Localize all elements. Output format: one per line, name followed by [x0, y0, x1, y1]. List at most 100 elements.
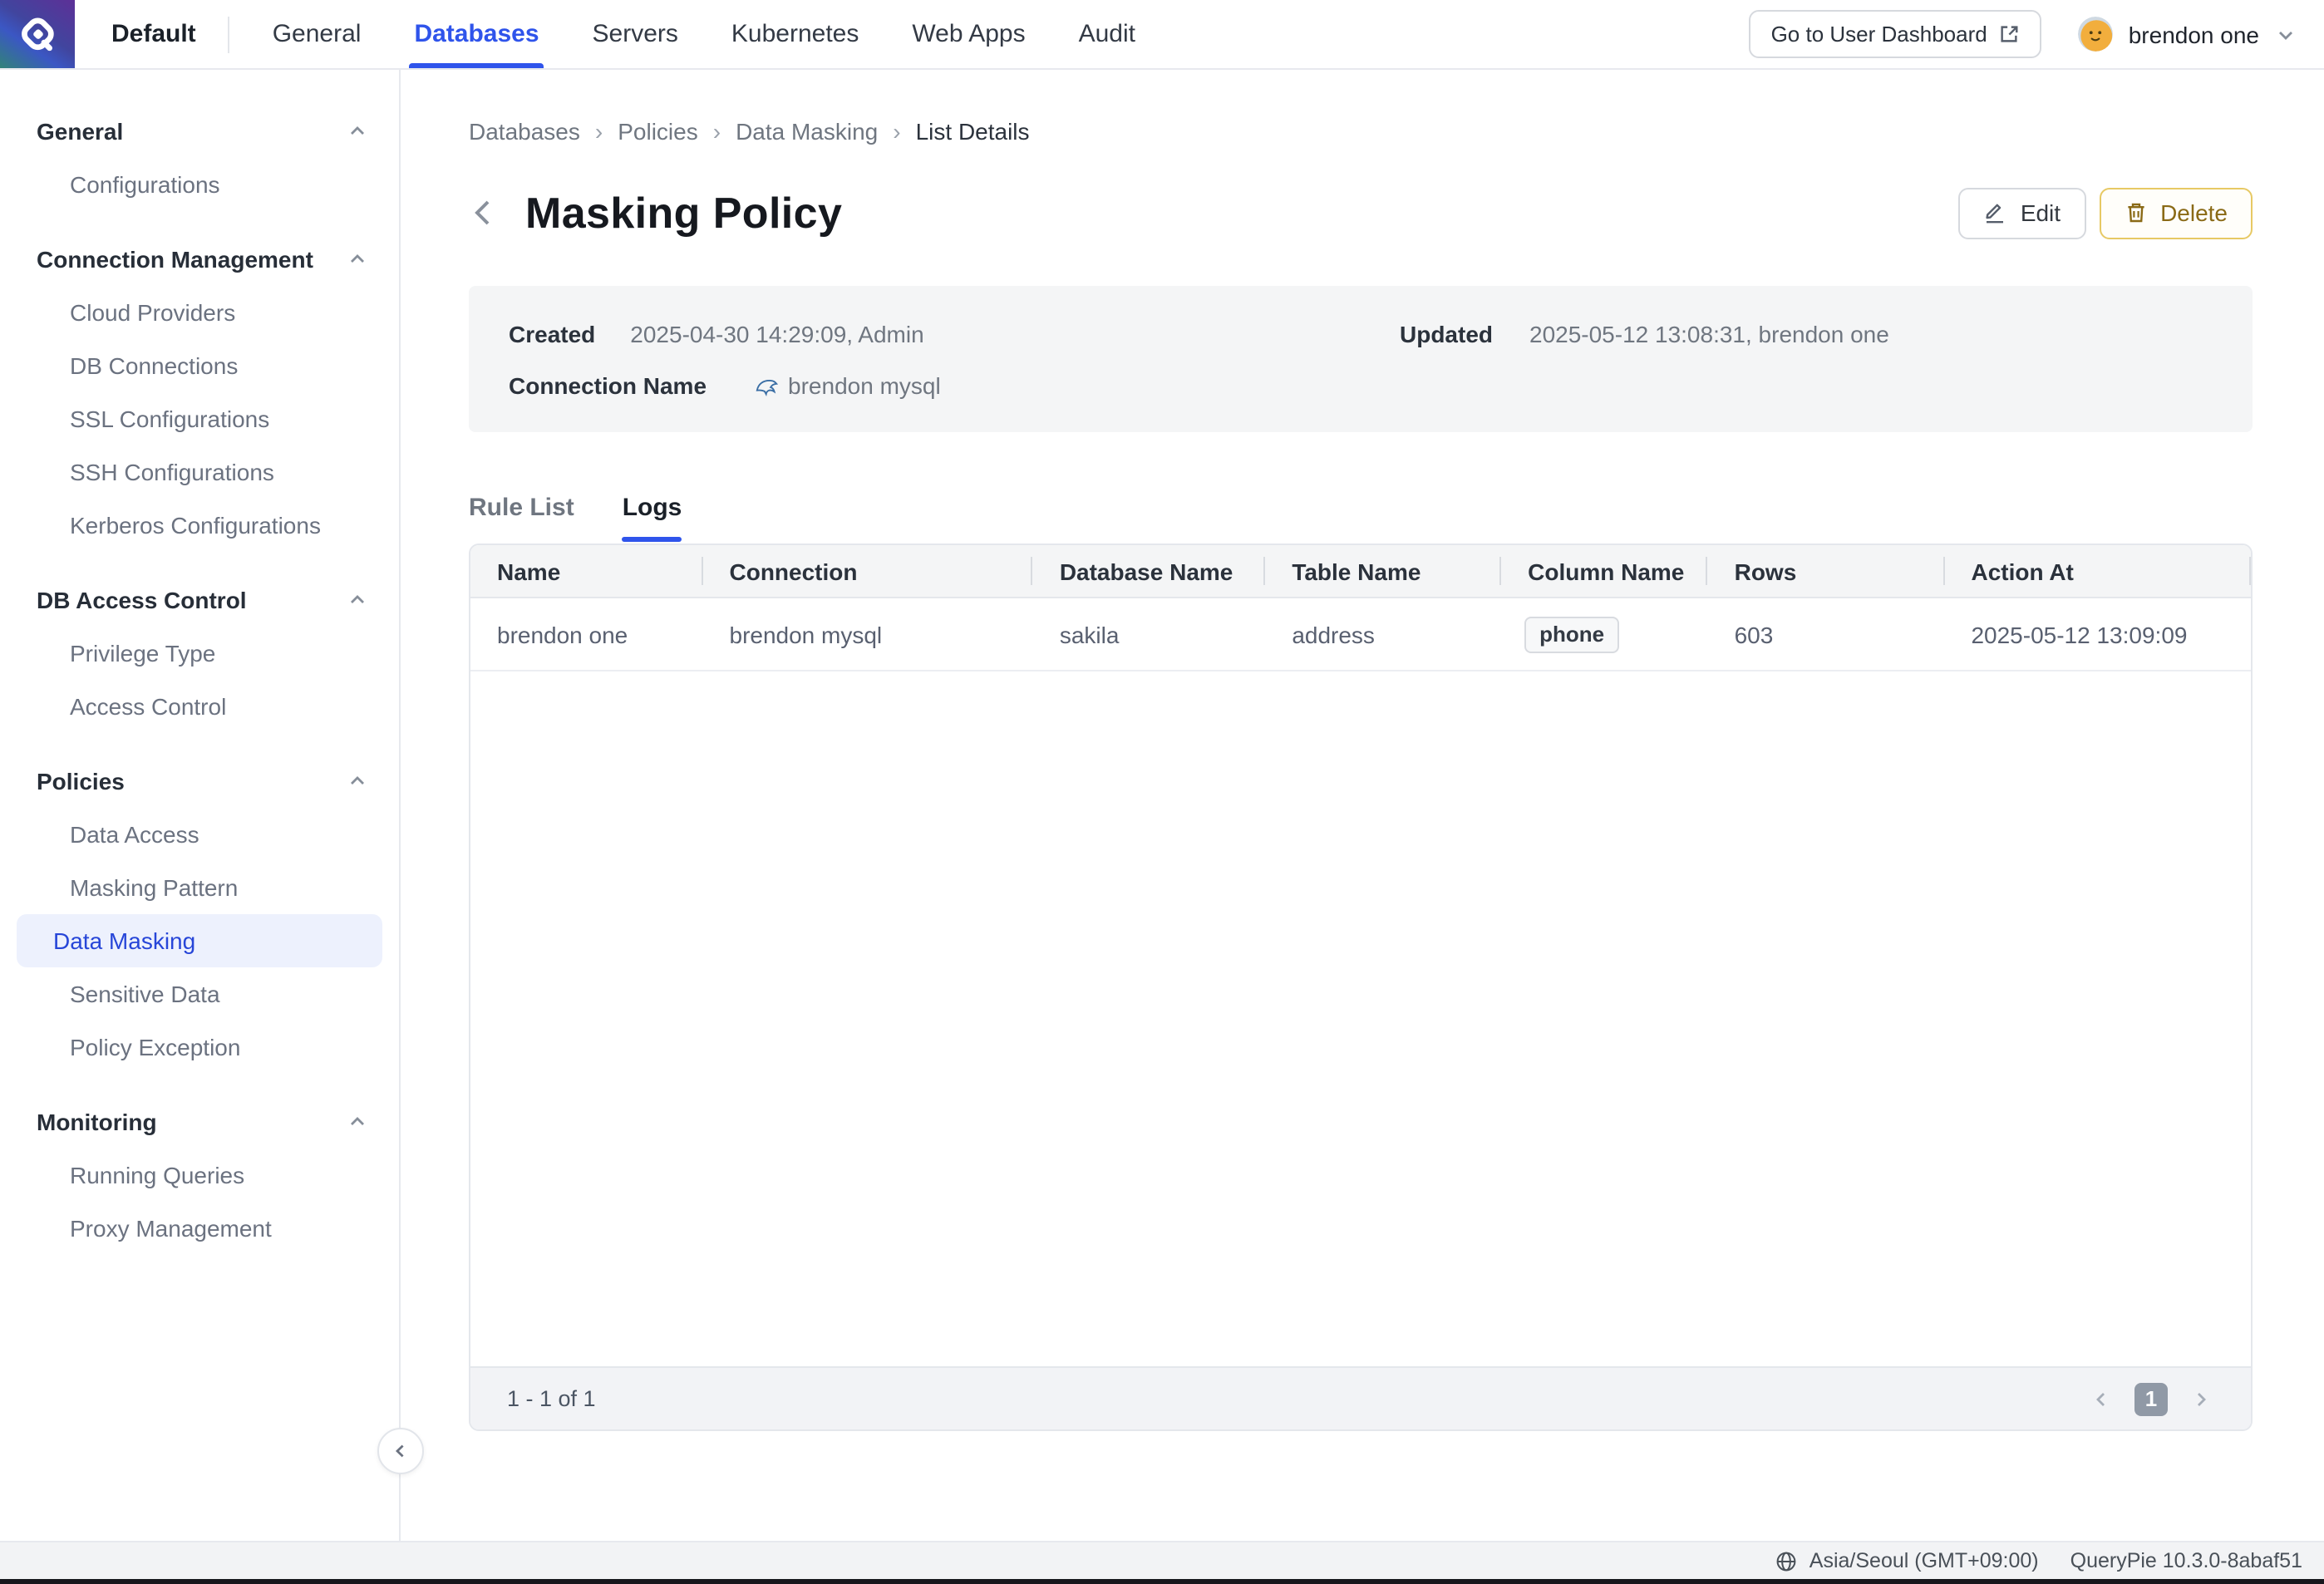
nav-kubernetes[interactable]: Kubernetes — [705, 0, 885, 68]
pagination-prev-button[interactable] — [2088, 1385, 2115, 1412]
breadcrumb-data-masking[interactable]: Data Masking — [736, 116, 878, 146]
trash-icon — [2124, 201, 2147, 224]
back-button[interactable] — [462, 191, 505, 234]
created-value: 2025-04-30 14:29:09, Admin — [630, 321, 923, 347]
sidebar-item-masking-pattern[interactable]: Masking Pattern — [17, 861, 382, 914]
sidebar: General Configurations Connection Manage… — [0, 70, 401, 1541]
cell-column-name: phone — [1501, 598, 1707, 670]
sidebar-collapse-button[interactable] — [377, 1428, 424, 1474]
sidebar-item-cloud-providers[interactable]: Cloud Providers — [17, 286, 382, 339]
sidebar-header-monitoring[interactable]: Monitoring — [0, 1095, 399, 1149]
page-title: Masking Policy — [525, 187, 842, 239]
chevron-left-icon — [391, 1441, 411, 1461]
pagination-next-button[interactable] — [2188, 1385, 2214, 1412]
timezone-status: Asia/Seoul (GMT+09:00) — [1776, 1549, 2039, 1572]
user-menu[interactable]: brendon one — [2079, 17, 2296, 52]
sidebar-item-policy-exception[interactable]: Policy Exception — [17, 1021, 382, 1074]
sidebar-item-configurations[interactable]: Configurations — [17, 158, 382, 211]
sidebar-header-general-label: General — [37, 118, 123, 145]
user-name: brendon one — [2129, 21, 2259, 47]
table-row[interactable]: brendon one brendon mysql sakila address… — [470, 598, 2251, 671]
tab-logs[interactable]: Logs — [623, 494, 682, 542]
column-header-rows[interactable]: Rows — [1708, 545, 1945, 597]
sidebar-item-ssh-configurations[interactable]: SSH Configurations — [17, 445, 382, 499]
sidebar-header-policies[interactable]: Policies — [0, 755, 399, 808]
sidebar-section-db-access-control: DB Access Control Privilege Type Access … — [0, 573, 399, 733]
nav-general[interactable]: General — [246, 0, 388, 68]
breadcrumb-databases[interactable]: Databases — [469, 116, 580, 146]
delete-button[interactable]: Delete — [2099, 187, 2253, 239]
querypie-logo[interactable] — [0, 0, 75, 68]
sidebar-item-data-masking[interactable]: Data Masking — [17, 914, 382, 967]
sidebar-item-kerberos-configurations[interactable]: Kerberos Configurations — [17, 499, 382, 552]
chevron-left-icon — [467, 196, 500, 229]
logs-table-header: Name Connection Database Name Table Name… — [470, 545, 2251, 598]
chevron-up-icon — [347, 121, 367, 141]
chevron-right-icon — [2191, 1389, 2211, 1409]
nav-databases[interactable]: Databases — [387, 0, 565, 68]
chevron-up-icon — [347, 771, 367, 791]
sidebar-item-access-control[interactable]: Access Control — [17, 680, 382, 733]
cell-connection: brendon mysql — [703, 598, 1033, 670]
logs-table: Name Connection Database Name Table Name… — [469, 544, 2253, 1431]
column-header-connection[interactable]: Connection — [703, 545, 1033, 597]
column-header-name[interactable]: Name — [470, 545, 703, 597]
breadcrumb: Databases › Policies › Data Masking › Li… — [469, 116, 2253, 146]
tab-rule-list[interactable]: Rule List — [469, 494, 574, 542]
sidebar-header-policies-label: Policies — [37, 768, 125, 794]
sidebar-header-connection-management[interactable]: Connection Management — [0, 233, 399, 286]
edit-button-label: Edit — [2021, 199, 2061, 226]
nav-web-apps[interactable]: Web Apps — [885, 0, 1051, 68]
sidebar-header-db-access-control-label: DB Access Control — [37, 587, 247, 613]
sidebar-section-general: General Configurations — [0, 105, 399, 211]
details-panel: Created 2025-04-30 14:29:09, Admin Updat… — [469, 286, 2253, 432]
cell-table-name: address — [1265, 598, 1501, 670]
sidebar-header-db-access-control[interactable]: DB Access Control — [0, 573, 399, 627]
column-header-column-name[interactable]: Column Name — [1501, 545, 1707, 597]
window-bottom-edge — [0, 1579, 2324, 1584]
breadcrumb-policies[interactable]: Policies — [618, 116, 698, 146]
sidebar-section-connection-management: Connection Management Cloud Providers DB… — [0, 233, 399, 552]
edit-button[interactable]: Edit — [1959, 187, 2085, 239]
column-header-action-at[interactable]: Action At — [1944, 545, 2250, 597]
sidebar-header-general[interactable]: General — [0, 105, 399, 158]
sidebar-item-proxy-management[interactable]: Proxy Management — [17, 1202, 382, 1255]
topbar: Default General Databases Servers Kubern… — [0, 0, 2324, 70]
go-to-user-dashboard-button[interactable]: Go to User Dashboard — [1750, 10, 2042, 58]
chevron-up-icon — [347, 249, 367, 269]
sidebar-section-policies: Policies Data Access Masking Pattern Dat… — [0, 755, 399, 1074]
sidebar-item-privilege-type[interactable]: Privilege Type — [17, 627, 382, 680]
querypie-logo-icon — [16, 12, 59, 56]
nav-audit[interactable]: Audit — [1052, 0, 1162, 68]
workspace-label: Default — [111, 20, 196, 48]
sidebar-header-monitoring-label: Monitoring — [37, 1109, 157, 1135]
status-bar: Asia/Seoul (GMT+09:00) QueryPie 10.3.0-8… — [0, 1541, 2324, 1579]
sidebar-item-ssl-configurations[interactable]: SSL Configurations — [17, 392, 382, 445]
column-header-database-name[interactable]: Database Name — [1033, 545, 1266, 597]
sidebar-item-db-connections[interactable]: DB Connections — [17, 339, 382, 392]
topbar-divider — [228, 16, 229, 52]
sidebar-item-sensitive-data[interactable]: Sensitive Data — [17, 967, 382, 1021]
cell-name: brendon one — [470, 598, 703, 670]
chevron-up-icon — [347, 590, 367, 610]
pagination-bar: 1 - 1 of 1 1 — [470, 1366, 2251, 1429]
detail-tabs: Rule List Logs — [469, 494, 2253, 542]
connection-name-value: brendon mysql — [788, 372, 941, 399]
top-nav: General Databases Servers Kubernetes Web… — [246, 0, 1162, 68]
created-label: Created — [509, 321, 595, 347]
title-row: Masking Policy Edit — [469, 180, 2253, 246]
version-label: QueryPie 10.3.0-8abaf51 — [2070, 1549, 2302, 1572]
delete-button-label: Delete — [2160, 199, 2228, 226]
updated-label: Updated — [1400, 321, 1493, 347]
column-header-table-name[interactable]: Table Name — [1265, 545, 1501, 597]
sidebar-item-data-access[interactable]: Data Access — [17, 808, 382, 861]
sidebar-item-running-queries[interactable]: Running Queries — [17, 1149, 382, 1202]
pagination-page-1[interactable]: 1 — [2134, 1382, 2168, 1415]
updated-value: 2025-05-12 13:08:31, brendon one — [1529, 321, 1889, 347]
cell-rows: 603 — [1708, 598, 1945, 670]
connection-name-label: Connection Name — [509, 372, 707, 399]
breadcrumb-separator: › — [595, 116, 603, 146]
chevron-left-icon — [2091, 1389, 2111, 1409]
main-content: Databases › Policies › Data Masking › Li… — [401, 70, 2324, 1541]
nav-servers[interactable]: Servers — [566, 0, 705, 68]
